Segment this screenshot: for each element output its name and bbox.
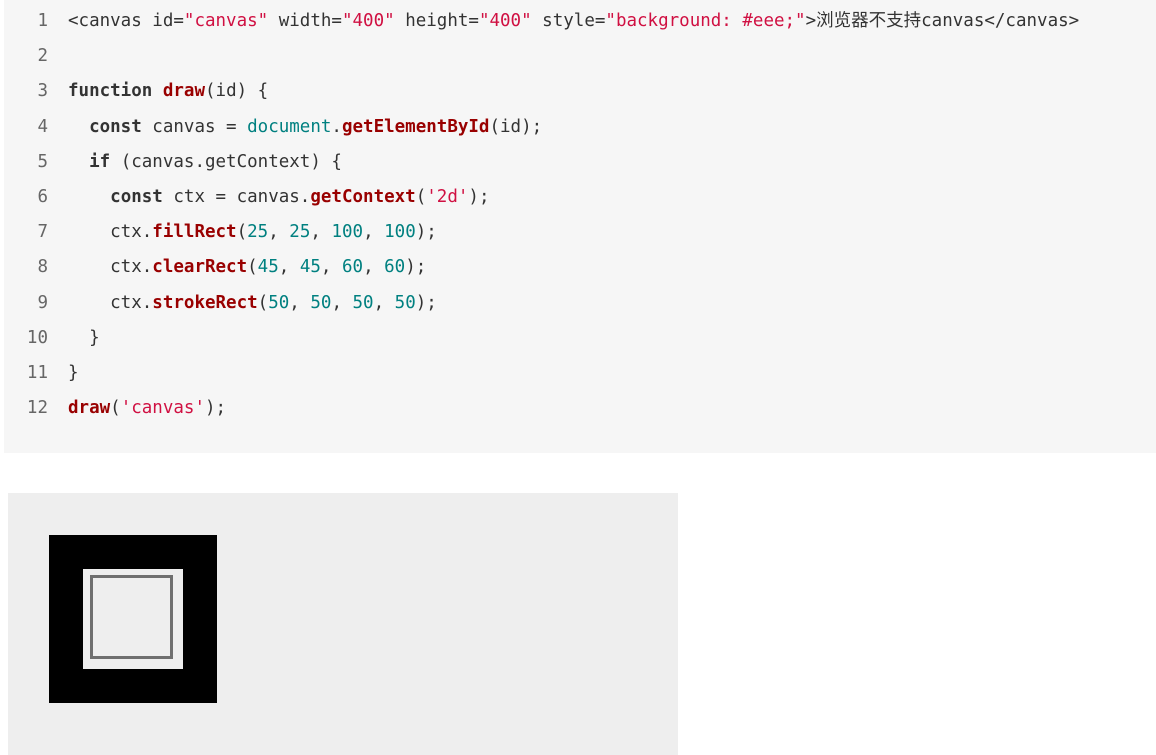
line-number: 6: [37, 187, 48, 207]
code-token: 45: [299, 257, 321, 277]
code-token: 60: [341, 257, 364, 277]
code-token: getContext: [310, 187, 416, 207]
code-token: "canvas": [183, 11, 269, 31]
code-token: height=: [394, 11, 479, 31]
code-text: ctx.fillRect(25, 25, 100, 100);: [68, 215, 437, 250]
code-token: ,: [363, 222, 385, 242]
code-text: function draw(id) {: [68, 74, 268, 109]
line-number: 1: [37, 11, 48, 31]
code-token: ,: [373, 293, 395, 313]
code-token: fillRect: [152, 222, 237, 242]
line-number: 5: [37, 152, 48, 172]
code-token: if: [89, 152, 111, 172]
line-number: 2: [37, 46, 48, 66]
code-token: (canvas.getContext) {: [110, 152, 342, 172]
code-text: const canvas = document.getElementById(i…: [68, 110, 542, 145]
code-token: );: [415, 222, 437, 242]
code-token: ctx.: [68, 293, 153, 313]
code-token: canvas</canvas>: [921, 11, 1080, 31]
code-text: }: [68, 356, 79, 391]
code-token: (: [257, 293, 269, 313]
code-token: (: [236, 222, 248, 242]
code-token: (: [110, 398, 121, 418]
code-token: getElementById: [341, 117, 490, 137]
code-token: (: [247, 257, 258, 277]
code-token: ,: [320, 257, 342, 277]
code-token: "400": [478, 11, 532, 31]
code-text: ctx.clearRect(45, 45, 60, 60);: [68, 250, 426, 285]
code-token: ,: [363, 257, 385, 277]
code-token: ctx = canvas.: [162, 187, 311, 207]
code-token: 50: [268, 293, 290, 313]
code-token: 25: [247, 222, 269, 242]
code-token: (id) {: [205, 81, 269, 101]
code-block: 1 <canvas id="canvas" width="400" height=…: [4, 0, 1156, 453]
code-token: clearRect: [152, 257, 248, 277]
line-number: 3: [37, 81, 48, 101]
code-token: 45: [257, 257, 279, 277]
code-text: draw('canvas');: [68, 391, 226, 426]
code-text: ctx.strokeRect(50, 50, 50, 50);: [68, 286, 437, 321]
code-token: ctx.: [68, 222, 153, 242]
line-number: 11: [26, 363, 48, 383]
stroked-rectangle: [90, 575, 173, 659]
code-text: }: [68, 321, 100, 356]
code-token: style=: [531, 11, 606, 31]
line-number: 12: [26, 398, 48, 418]
code-token: canvas =: [141, 117, 248, 137]
code-token: width=: [268, 11, 342, 31]
code-token: strokeRect: [152, 293, 258, 313]
code-token: 浏览器不支持: [816, 11, 922, 31]
code-token: 100: [331, 222, 364, 242]
code-token: draw: [162, 81, 205, 101]
code-token: ,: [331, 293, 353, 313]
code-token: function: [68, 81, 153, 101]
code-token: );: [205, 398, 227, 418]
code-token: 60: [384, 257, 406, 277]
code-token: ,: [289, 293, 311, 313]
line-number: 10: [26, 328, 48, 348]
code-token: "background: #eee;": [605, 11, 806, 31]
code-token: ,: [268, 222, 290, 242]
code-token: 'canvas': [120, 398, 205, 418]
code-token: '2d': [426, 187, 469, 207]
code-token: (id);: [489, 117, 543, 137]
line-number: 7: [37, 222, 48, 242]
code-token: draw: [68, 398, 111, 418]
code-text: if (canvas.getContext) {: [68, 145, 342, 180]
code-token: 50: [352, 293, 374, 313]
line-number: 9: [37, 293, 48, 313]
code-token: 50: [310, 293, 332, 313]
code-token: 25: [289, 222, 311, 242]
code-token: );: [415, 293, 437, 313]
code-token: document: [247, 117, 332, 137]
code-token: }: [68, 363, 79, 383]
code-token: ,: [278, 257, 300, 277]
line-number: 4: [37, 117, 48, 137]
code-token: ,: [310, 222, 332, 242]
code-token: );: [405, 257, 427, 277]
canvas-output: [8, 493, 678, 755]
code-token: 50: [394, 293, 416, 313]
code-text: const ctx = canvas.getContext('2d');: [68, 180, 490, 215]
code-token: "400": [341, 11, 395, 31]
code-token: (: [415, 187, 427, 207]
code-token: .: [331, 117, 342, 137]
code-token: }: [68, 328, 100, 348]
code-token: );: [468, 187, 490, 207]
code-token: <canvas id=: [68, 11, 184, 31]
code-token: const: [110, 187, 163, 207]
code-token: >: [805, 11, 817, 31]
code-token: ctx.: [68, 257, 153, 277]
code-token: 100: [384, 222, 416, 242]
code-token: const: [89, 117, 142, 137]
code-text: <canvas id="canvas" width="400" height="…: [68, 4, 1079, 39]
line-number: 8: [37, 257, 48, 277]
